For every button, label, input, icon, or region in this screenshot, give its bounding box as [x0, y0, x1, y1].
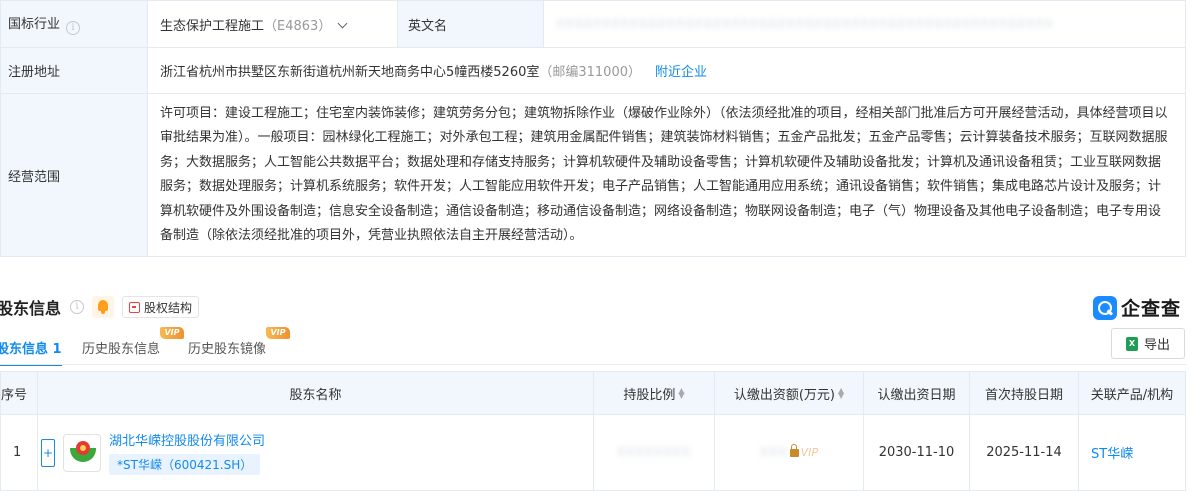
amount-hidden: XXX	[759, 445, 788, 459]
column-header: 认缴出资日期	[877, 387, 956, 403]
industry-value-cell[interactable]: 生态保护工程施工（E4863）	[147, 0, 398, 48]
industry-value: 生态保护工程施工	[160, 18, 265, 34]
col-ratio[interactable]: 持股比例 ▲ ▼	[593, 371, 715, 415]
row-shareholder-cell: + 湖北华嵘控股股份有限公司 *ST华嵘（600421.SH）	[37, 414, 594, 491]
col-subscribe-date: 认缴出资日期	[863, 371, 970, 415]
ratio-value: XXXXXXXX	[617, 445, 691, 459]
tab-label: 历史股东信息	[82, 342, 161, 357]
english-name-label-cell: 英文名	[397, 0, 544, 48]
column-header: 首次持股日期	[984, 387, 1063, 403]
tab-shareholders[interactable]: 股东信息 1	[0, 338, 62, 366]
row-first-hold-date: 2025-11-14	[969, 414, 1079, 491]
sort-icon[interactable]: ▲ ▼	[838, 386, 844, 399]
col-related: 关联产品/机构	[1078, 371, 1186, 415]
equity-structure-icon	[129, 301, 141, 313]
row-subscribe-date: 2030-11-10	[863, 414, 970, 491]
shareholder-tabs: 股东信息 1 VIP 历史股东信息 VIP 历史股东镜像	[0, 327, 1201, 366]
shareholder-table: 序号 股东名称 持股比例 ▲ ▼ 认缴出资额(万元) ▲ ▼ 认缴出资日期 首次持股日期…	[0, 371, 1186, 491]
column-header: 关联产品/机构	[1090, 387, 1174, 403]
scope-label: 经营范围	[8, 169, 61, 185]
excel-icon: X	[1125, 336, 1138, 351]
amount-vip-label: VIP	[800, 446, 819, 459]
export-button[interactable]: X 导出	[1111, 328, 1185, 359]
basic-info-table: 国标行业 i 生态保护工程施工（E4863） 英文名 XXXXXXXXXXXXXX…	[0, 0, 1186, 258]
info-icon[interactable]: i	[70, 300, 85, 314]
address-row: 注册地址 浙江省杭州市拱墅区东新街道杭州新天地商务中心5幢西楼5260室（邮编3…	[0, 47, 1186, 94]
export-label: 导出	[1143, 338, 1170, 353]
company-logo	[63, 433, 101, 472]
scope-value: 许可项目：建设工程施工；住宅室内装饰装修；建筑劳务分包；建筑物拆除作业（爆破作业…	[160, 106, 1168, 244]
row-ratio: XXXXXXXX	[593, 414, 715, 491]
column-header: 持股比例	[623, 387, 676, 403]
bell-icon[interactable]	[92, 296, 115, 318]
table-header-row: 序号 股东名称 持股比例 ▲ ▼ 认缴出资额(万元) ▲ ▼ 认缴出资日期 首次持股日期…	[0, 371, 1186, 415]
shareholder-name-link[interactable]: 湖北华嵘控股股份有限公司	[109, 430, 265, 449]
address-value: 浙江省杭州市拱墅区东新街道杭州新天地商务中心5幢西楼5260室	[160, 65, 540, 80]
tab-history-shareholders[interactable]: VIP 历史股东信息	[82, 327, 184, 357]
column-header: 序号	[1, 387, 28, 403]
scope-value-cell: 许可项目：建设工程施工；住宅室内装饰装修；建筑劳务分包；建筑物拆除作业（爆破作业…	[147, 92, 1186, 258]
brand-name: 企查查	[1121, 298, 1182, 320]
section-title: 股东信息	[0, 299, 62, 318]
english-name-value: XXXXXXXXXXXXXXXXXXXXXXXXXXXXXXXXXXXXXXXX…	[556, 16, 1054, 31]
col-first-hold-date: 首次持股日期	[969, 371, 1079, 415]
shareholder-section-header: 股东信息 i 股权结构	[0, 294, 1201, 320]
col-amount[interactable]: 认缴出资额(万元) ▲ ▼	[714, 371, 864, 415]
info-icon[interactable]: i	[66, 21, 81, 35]
vip-badge: VIP	[266, 327, 290, 339]
address-value-cell: 浙江省杭州市拱墅区东新街道杭州新天地商务中心5幢西楼5260室（邮编311000…	[147, 47, 1186, 94]
english-name-value-cell: XXXXXXXXXXXXXXXXXXXXXXXXXXXXXXXXXXXXXXXX…	[543, 0, 1186, 48]
brand-logo: 企查查	[1093, 294, 1181, 321]
row-index: 1	[0, 414, 38, 491]
related-product-link[interactable]: ST华嵘	[1091, 447, 1133, 462]
row-amount[interactable]: XXX VIP	[714, 414, 864, 491]
row-related: ST华嵘	[1078, 414, 1186, 491]
nearby-companies-link[interactable]: 附近企业	[655, 65, 707, 80]
stock-tag[interactable]: *ST华嵘（600421.SH）	[109, 454, 261, 475]
qcc-logo-icon	[1093, 295, 1117, 320]
address-label: 注册地址	[8, 65, 61, 80]
tab-count: 1	[52, 342, 62, 357]
tab-label: 股东信息	[0, 342, 49, 357]
industry-label: 国标行业	[8, 17, 61, 32]
industry-label-cell: 国标行业 i	[0, 0, 148, 48]
equity-structure-label: 股权结构	[144, 300, 193, 315]
column-header: 股东名称	[289, 387, 342, 403]
lock-icon	[789, 444, 799, 457]
address-label-cell: 注册地址	[0, 47, 148, 94]
industry-row: 国标行业 i 生态保护工程施工（E4863） 英文名 XXXXXXXXXXXXXX…	[0, 0, 1186, 48]
col-index: 序号	[0, 371, 38, 415]
tab-divider	[0, 364, 1186, 365]
scope-row: 经营范围 许可项目：建设工程施工；住宅室内装饰装修；建筑劳务分包；建筑物拆除作业…	[0, 92, 1186, 258]
col-name: 股东名称	[37, 371, 594, 415]
industry-code: （E4863）	[264, 18, 332, 34]
expand-plus-icon[interactable]: +	[41, 438, 55, 467]
chevron-down-icon[interactable]	[337, 18, 348, 28]
table-row: 1 + 湖北华嵘控股股份有限公司 *ST华嵘（600421.SH） XXXXXX…	[0, 414, 1186, 491]
vip-badge: VIP	[160, 327, 184, 339]
tab-label: 历史股东镜像	[188, 342, 267, 357]
english-name-label: 英文名	[408, 18, 448, 34]
postcode: （邮编311000）	[539, 65, 641, 80]
sort-icon[interactable]: ▲ ▼	[678, 386, 684, 399]
tab-history-mirror[interactable]: VIP 历史股东镜像	[188, 327, 290, 357]
scope-label-cell: 经营范围	[0, 92, 148, 258]
equity-structure-button[interactable]: 股权结构	[122, 296, 200, 318]
column-header: 认缴出资额(万元)	[733, 387, 835, 403]
